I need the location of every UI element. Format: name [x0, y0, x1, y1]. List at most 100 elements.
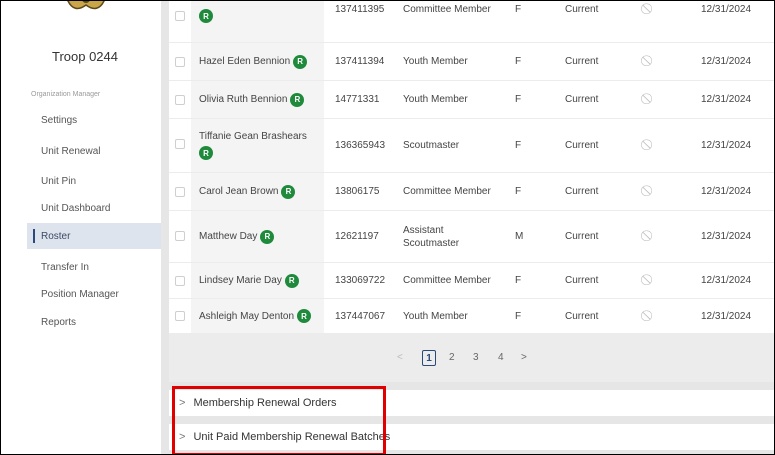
member-id: 136365943 [335, 140, 386, 151]
member-status: Current [565, 4, 599, 15]
row-checkbox[interactable] [175, 139, 185, 149]
sidebar: Troop 0244 Organization Manager Settings… [9, 1, 164, 454]
sidebar-item-position-manager[interactable]: Position Manager [27, 281, 164, 307]
highlight-box [172, 386, 386, 454]
member-expiration: 12/31/2024 [701, 310, 752, 322]
member-name[interactable]: Carol Jean Brown R [199, 173, 296, 210]
sidebar-item-unit-pin[interactable]: Unit Pin [27, 168, 164, 194]
member-status: Current [565, 186, 599, 197]
member-expiration: 12/31/2024 [701, 56, 752, 67]
row-checkbox[interactable] [175, 231, 185, 241]
renewal-badge-icon: R [281, 184, 296, 199]
member-position: Committee Member [403, 275, 491, 286]
member-gender: F [515, 140, 522, 151]
member-expiration: 12/31/2024 [701, 231, 752, 242]
member-position: Scoutmaster [403, 140, 460, 151]
member-status: Current [565, 94, 599, 105]
member-id: 12621197 [335, 231, 379, 242]
member-position: Youth Member [403, 310, 468, 322]
table-row[interactable]: R 137411395 Committee Member F Current ⃠… [169, 1, 774, 43]
sidebar-item-roster[interactable]: Roster [27, 223, 164, 249]
member-name[interactable]: Matthew Day R [199, 211, 275, 262]
sidebar-item-reports[interactable]: Reports [27, 309, 164, 335]
member-gender: F [515, 186, 522, 197]
member-id: 137411394 [335, 56, 385, 67]
member-name[interactable]: Olivia Ruth Bennion R [199, 81, 305, 118]
member-position: Youth Member [403, 56, 468, 67]
member-id: 137411395 [335, 4, 385, 15]
member-name[interactable]: Ashleigh May Denton R [199, 299, 312, 333]
scout-logo-icon [67, 1, 105, 10]
member-gender: F [515, 4, 522, 15]
roster-table: R 137411395 Committee Member F Current ⃠… [169, 1, 774, 334]
renewal-badge-icon: R [297, 309, 312, 323]
member-name-text: Lindsey Marie Day [199, 275, 282, 286]
table-row[interactable]: Lindsey Marie Day R 133069722 Committee … [169, 263, 774, 299]
member-name-text: Matthew Day [199, 231, 258, 242]
row-checkbox[interactable] [175, 187, 185, 197]
page-1-button[interactable]: 1 [422, 350, 436, 366]
member-gender: F [515, 310, 522, 322]
renewal-badge-icon: R [284, 273, 299, 288]
sidebar-item-label: Unit Pin [41, 175, 77, 187]
row-checkbox[interactable] [175, 276, 185, 286]
sidebar-item-settings[interactable]: Settings [27, 107, 164, 133]
member-expiration: 12/31/2024 [701, 275, 752, 286]
member-name[interactable]: Lindsey Marie Day R [199, 263, 299, 298]
troop-name: Troop 0244 [51, 49, 118, 64]
member-name-text: Olivia Ruth Bennion [199, 94, 288, 105]
member-gender: F [515, 56, 522, 67]
table-row[interactable]: Tiffanie Gean Brashears R 136365943 Scou… [169, 119, 774, 173]
row-checkbox[interactable] [175, 11, 185, 21]
renewal-badge-icon: R [199, 9, 213, 23]
member-position: Youth Member [403, 94, 468, 105]
member-status: Current [565, 310, 599, 322]
renewal-badge-icon: R [290, 92, 305, 107]
member-name-text: Tiffanie Gean Brashears [199, 131, 307, 142]
member-expiration: 12/31/2024 [701, 186, 752, 197]
member-id: 133069722 [335, 275, 386, 286]
member-position: Committee Member [403, 4, 491, 15]
row-checkbox[interactable] [175, 95, 185, 105]
page-4-button[interactable]: 4 [498, 350, 504, 366]
renewal-badge-icon: R [260, 229, 275, 244]
member-name[interactable]: Tiffanie Gean Brashears R [199, 119, 319, 172]
table-row[interactable]: Carol Jean Brown R 13806175 Committee Me… [169, 173, 774, 211]
page-3-button[interactable]: 3 [473, 350, 479, 366]
renewal-badge-icon: R [199, 146, 213, 160]
sidebar-item-unit-dashboard[interactable]: Unit Dashboard [27, 195, 164, 221]
row-checkbox[interactable] [175, 311, 185, 321]
sidebar-item-transfer-in[interactable]: Transfer In [27, 254, 164, 280]
member-name-text: Ashleigh May Denton [199, 310, 295, 322]
app-frame: Troop 0244 Organization Manager Settings… [0, 0, 775, 455]
member-id: 14771331 [335, 94, 380, 105]
member-position: Assistant Scoutmaster [403, 224, 460, 249]
next-page-button[interactable]: > [521, 350, 527, 366]
member-position: Committee Member [403, 186, 491, 197]
member-id: 137447067 [335, 310, 386, 322]
prev-page-button[interactable]: < [397, 350, 403, 366]
row-checkbox[interactable] [175, 57, 185, 67]
member-status: Current [565, 56, 599, 67]
sidebar-item-label: Transfer In [41, 261, 89, 273]
member-expiration: 12/31/2024 [701, 140, 752, 151]
sidebar-item-label: Roster [41, 230, 71, 242]
page-2-button[interactable]: 2 [449, 350, 455, 366]
sidebar-item-label: Reports [41, 316, 77, 328]
table-row[interactable]: Hazel Eden Bennion R 137411394 Youth Mem… [169, 43, 774, 81]
member-expiration: 12/31/2024 [701, 4, 752, 15]
table-row[interactable]: Ashleigh May Denton R 137447067 Youth Me… [169, 299, 774, 334]
member-name-text: Hazel Eden Bennion [199, 56, 291, 67]
renewal-badge-icon: R [293, 54, 308, 69]
member-name[interactable]: Hazel Eden Bennion R [199, 43, 308, 80]
sidebar-item-unit-renewal[interactable]: Unit Renewal [27, 138, 164, 164]
member-gender: F [515, 275, 522, 286]
member-expiration: 12/31/2024 [701, 94, 752, 105]
table-row[interactable]: Matthew Day R 12621197 Assistant Scoutma… [169, 211, 774, 263]
pagination: < 1 2 3 4 > [169, 334, 774, 382]
table-row[interactable]: Olivia Ruth Bennion R 14771331 Youth Mem… [169, 81, 774, 119]
sidebar-item-label: Unit Dashboard [41, 202, 111, 214]
sidebar-item-label: Position Manager [41, 288, 119, 300]
member-gender: M [515, 231, 524, 242]
member-name[interactable]: R [199, 9, 213, 23]
